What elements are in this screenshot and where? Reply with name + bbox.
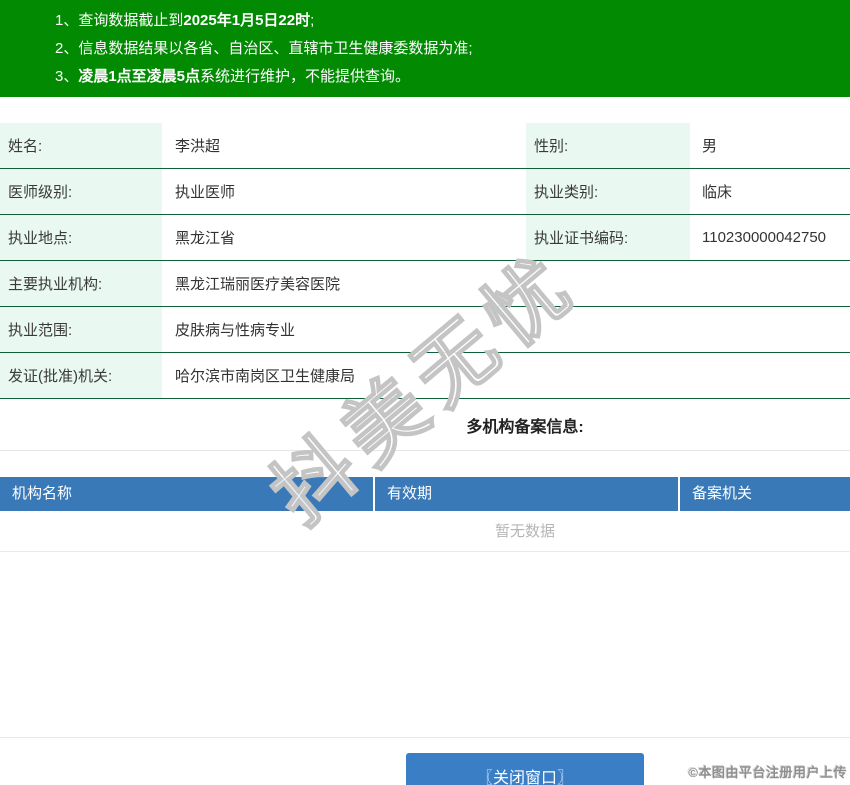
- spacer: [0, 552, 850, 737]
- field-value-main-institution: 黑龙江瑞丽医疗美容医院: [162, 261, 850, 306]
- field-label-main-institution: 主要执业机构:: [0, 261, 162, 306]
- org-column-institution-name: 机构名称: [0, 477, 373, 511]
- table-row: 执业范围: 皮肤病与性病专业: [0, 307, 850, 353]
- org-table-empty-state: 暂无数据: [0, 511, 850, 552]
- notice-number: 3、: [55, 68, 78, 85]
- field-label-gender: 性别:: [526, 123, 690, 168]
- doctor-info-table: 姓名: 李洪超 性别: 男 医师级别: 执业医师 执业类别: 临床 执业地点: …: [0, 123, 850, 399]
- content-container: 姓名: 李洪超 性别: 男 医师级别: 执业医师 执业类别: 临床 执业地点: …: [0, 123, 850, 785]
- table-row: 主要执业机构: 黑龙江瑞丽医疗美容医院: [0, 261, 850, 307]
- table-row: 姓名: 李洪超 性别: 男: [0, 123, 850, 169]
- close-window-button[interactable]: 〖关闭窗口〗: [406, 753, 644, 785]
- field-value-practice-category: 临床: [690, 169, 850, 214]
- field-label-certificate-number: 执业证书编码:: [526, 215, 690, 260]
- field-value-issuing-authority: 哈尔滨市南岗区卫生健康局: [162, 353, 850, 398]
- footer-divider: [0, 737, 850, 738]
- field-value-practice-scope: 皮肤病与性病专业: [162, 307, 850, 352]
- org-table-header: 机构名称 有效期 备案机关: [0, 477, 850, 511]
- field-value-practice-location: 黑龙江省: [162, 215, 523, 260]
- field-value-gender: 男: [690, 123, 850, 168]
- field-label-practice-scope: 执业范围:: [0, 307, 162, 352]
- multi-org-section-heading: 多机构备案信息:: [0, 399, 850, 451]
- field-label-doctor-level: 医师级别:: [0, 169, 162, 214]
- table-row: 医师级别: 执业医师 执业类别: 临床: [0, 169, 850, 215]
- table-row: 执业地点: 黑龙江省 执业证书编码: 110230000042750: [0, 215, 850, 261]
- org-column-record-authority: 备案机关: [678, 477, 850, 511]
- spacer: [0, 451, 850, 477]
- notice-number: 2、: [55, 40, 78, 57]
- field-label-name: 姓名:: [0, 123, 162, 168]
- notice-banner: 1、查询数据截止到2025年1月5日22时; 2、信息数据结果以各省、自治区、直…: [0, 0, 850, 97]
- notice-line-3: 3、凌晨1点至凌晨5点系统进行维护，不能提供查询。: [55, 63, 850, 91]
- field-label-issuing-authority: 发证(批准)机关:: [0, 353, 162, 398]
- notice-line-1: 1、查询数据截止到2025年1月5日22时;: [55, 7, 850, 35]
- field-label-practice-category: 执业类别:: [526, 169, 690, 214]
- field-label-practice-location: 执业地点:: [0, 215, 162, 260]
- platform-upload-credit: ©本图由平台注册用户上传: [688, 762, 847, 781]
- notice-line-2: 2、信息数据结果以各省、自治区、直辖市卫生健康委数据为准;: [55, 35, 850, 63]
- field-value-doctor-level: 执业医师: [162, 169, 523, 214]
- page: 1、查询数据截止到2025年1月5日22时; 2、信息数据结果以各省、自治区、直…: [0, 0, 850, 785]
- field-value-certificate-number: 110230000042750: [690, 215, 850, 260]
- notice-number: 1、: [55, 12, 78, 29]
- table-row: 发证(批准)机关: 哈尔滨市南岗区卫生健康局: [0, 353, 850, 399]
- org-column-validity-period: 有效期: [373, 477, 678, 511]
- field-value-name: 李洪超: [162, 123, 523, 168]
